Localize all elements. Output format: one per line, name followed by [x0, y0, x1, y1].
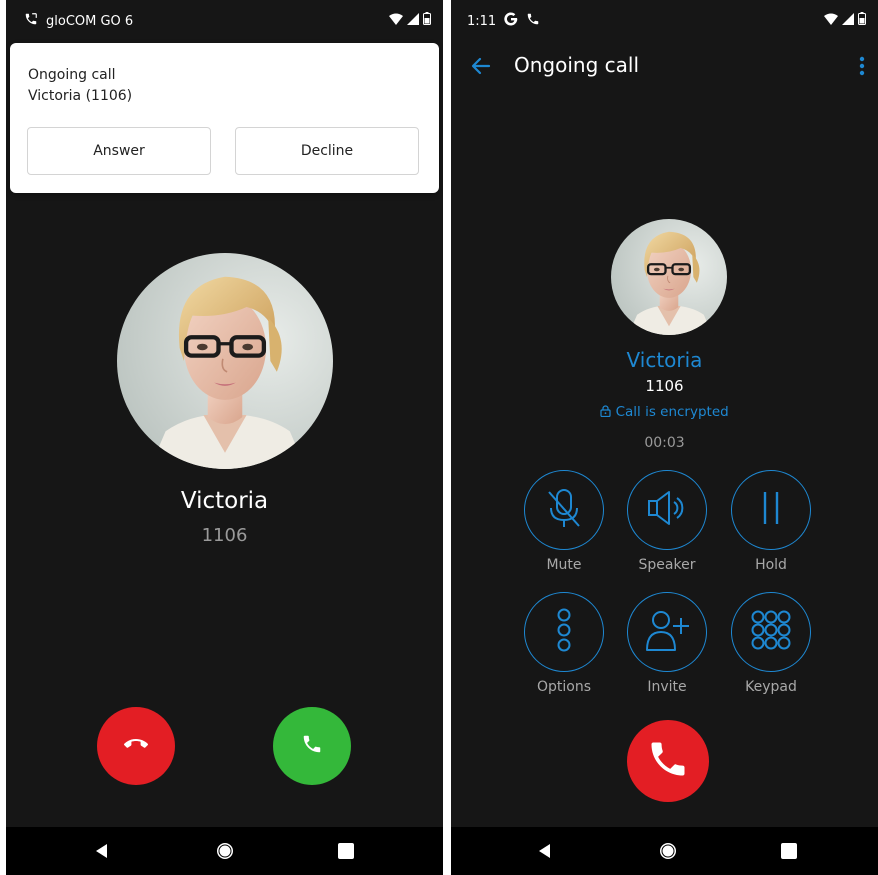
status-bar: gloCOM GO 6: [6, 0, 443, 40]
keypad-label: Keypad: [745, 679, 797, 695]
caller-extension: 1106: [645, 377, 684, 395]
status-app-label: gloCOM GO 6: [46, 13, 134, 29]
app-bar: Ongoing call: [451, 40, 878, 92]
encryption-label: Call is encrypted: [615, 404, 729, 420]
dialpad-icon: [750, 609, 792, 655]
hold-label: Hold: [755, 557, 787, 573]
decline-call-button[interactable]: [97, 707, 175, 785]
signal-icon: [407, 12, 419, 29]
caller-name: Victoria: [626, 348, 703, 372]
phone-icon: [301, 733, 323, 759]
options-dots-icon: [554, 607, 574, 657]
hold-button[interactable]: [731, 470, 811, 550]
nav-back-icon[interactable]: [535, 841, 555, 861]
phone-call-icon: [24, 12, 38, 30]
nav-recents-icon[interactable]: [779, 841, 799, 861]
invite-button[interactable]: [627, 592, 707, 672]
caller-avatar: [117, 253, 333, 469]
nav-recents-icon[interactable]: [336, 841, 356, 861]
wifi-icon: [824, 13, 838, 29]
nav-back-icon[interactable]: [92, 841, 112, 861]
call-notification[interactable]: Ongoing call Victoria (1106) Answer Decl…: [10, 43, 439, 193]
google-icon: [504, 12, 518, 30]
more-options-icon[interactable]: [852, 52, 872, 80]
call-duration: 00:03: [644, 435, 685, 451]
mute-button[interactable]: [524, 470, 604, 550]
end-call-button[interactable]: [627, 720, 709, 802]
options-label: Options: [536, 679, 592, 695]
wifi-icon: [389, 13, 403, 29]
speaker-icon: [645, 488, 689, 532]
phone-call-icon: [526, 12, 540, 30]
ongoing-call-screen: 1:11 Ongoing call Victoria 1106 Call is …: [451, 0, 878, 875]
decline-button[interactable]: Decline: [235, 127, 419, 175]
encryption-status: Call is encrypted: [451, 404, 878, 420]
keypad-button[interactable]: [731, 592, 811, 672]
status-time: 1:11: [467, 13, 497, 29]
signal-icon: [842, 12, 854, 29]
accept-call-button[interactable]: [273, 707, 351, 785]
notification-caller: Victoria (1106): [28, 88, 133, 104]
battery-icon: [858, 12, 866, 29]
nav-home-icon[interactable]: [658, 841, 678, 861]
incoming-call-screen: gloCOM GO 6 Ongoing call Victoria (1106)…: [6, 0, 443, 875]
navigation-bar: [451, 827, 878, 875]
options-button[interactable]: [524, 592, 604, 672]
back-arrow-icon[interactable]: [467, 52, 495, 80]
answer-button[interactable]: Answer: [27, 127, 211, 175]
battery-icon: [423, 12, 431, 29]
caller-avatar: [611, 219, 727, 335]
lock-icon: [600, 404, 611, 420]
pause-icon: [756, 488, 786, 532]
invite-label: Invite: [647, 679, 687, 695]
add-person-icon: [644, 608, 690, 656]
status-bar: 1:11: [451, 0, 878, 40]
mute-label: Mute: [546, 557, 582, 573]
nav-home-icon[interactable]: [215, 841, 235, 861]
caller-name: Victoria: [180, 488, 269, 514]
speaker-label: Speaker: [638, 557, 696, 573]
notification-title: Ongoing call: [28, 67, 116, 83]
hang-up-icon: [124, 732, 148, 760]
speaker-button[interactable]: [627, 470, 707, 550]
caller-extension: 1106: [201, 525, 248, 546]
page-title: Ongoing call: [514, 53, 639, 77]
navigation-bar: [6, 827, 443, 875]
microphone-off-icon: [544, 486, 584, 534]
phone-icon: [646, 737, 690, 785]
